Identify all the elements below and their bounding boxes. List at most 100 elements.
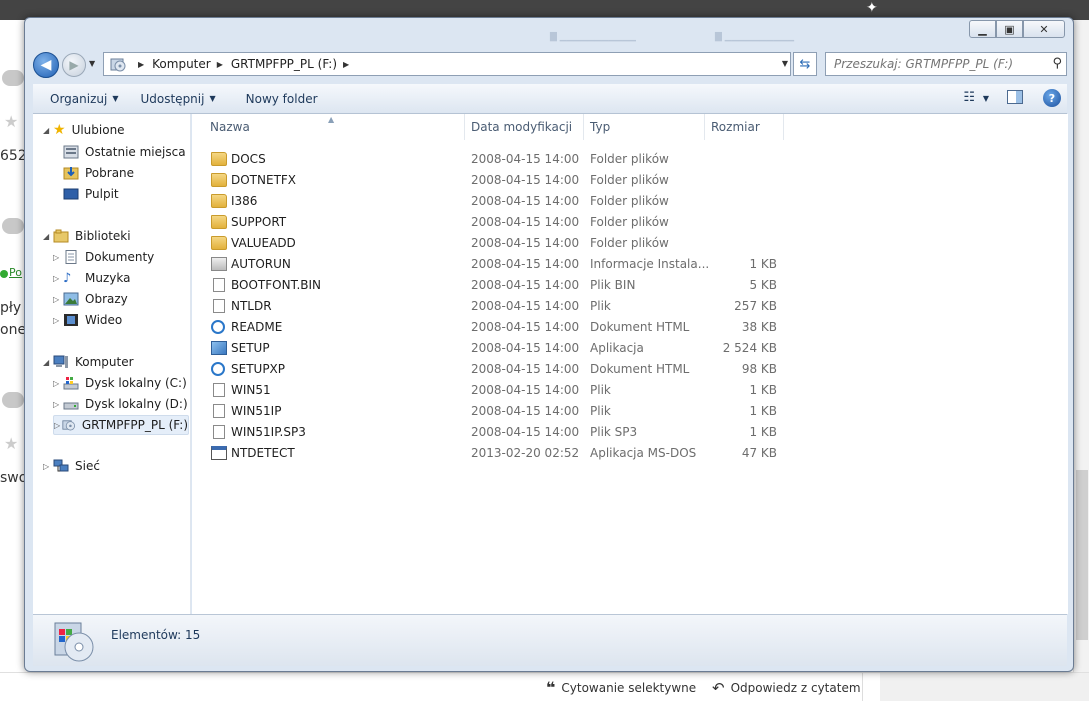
breadcrumb-drive[interactable]: GRTMPFPP_PL (F:) bbox=[231, 57, 337, 71]
preview-pane-icon bbox=[1007, 90, 1023, 104]
navigation-pane: ◢ ★ Ulubione Ostatnie miejsca Pobrane Pu… bbox=[33, 114, 191, 614]
folder-icon bbox=[211, 236, 227, 250]
background-footer: ❝ Cytowanie selektywne ↶ Odpowiedz z cyt… bbox=[0, 672, 1089, 701]
maximize-button[interactable]: ▣ bbox=[996, 20, 1023, 38]
file-row[interactable]: SUPPORT 2008-04-15 14:00 Folder plików bbox=[192, 212, 1068, 233]
file-row[interactable]: I386 2008-04-15 14:00 Folder plików bbox=[192, 191, 1068, 212]
help-icon: ? bbox=[1048, 91, 1056, 105]
file-row[interactable]: SETUPXP 2008-04-15 14:00 Dokument HTML 9… bbox=[192, 359, 1068, 380]
reply-with-quote-link[interactable]: ↶ Odpowiedz z cytatem bbox=[712, 679, 861, 697]
nav-music[interactable]: ▷ ♪ Muzyka bbox=[53, 268, 130, 288]
column-divider[interactable] bbox=[464, 114, 465, 140]
view-options-icon[interactable]: ☷ bbox=[963, 90, 975, 105]
column-divider[interactable] bbox=[783, 114, 784, 140]
nav-downloads[interactable]: Pobrane bbox=[61, 163, 134, 183]
file-row[interactable]: README 2008-04-15 14:00 Dokument HTML 38… bbox=[192, 317, 1068, 338]
close-icon: ✕ bbox=[1039, 22, 1049, 36]
breadcrumb-computer[interactable]: Komputer bbox=[152, 57, 211, 71]
nav-documents[interactable]: ▷ Dokumenty bbox=[53, 247, 154, 267]
collapsed-triangle-icon[interactable]: ▷ bbox=[54, 421, 62, 430]
nav-favorites[interactable]: ◢ ★ Ulubione bbox=[43, 120, 125, 140]
hard-drive-icon bbox=[63, 402, 79, 410]
column-divider[interactable] bbox=[583, 114, 584, 140]
nav-recent-places[interactable]: Ostatnie miejsca bbox=[61, 142, 186, 162]
nav-libraries[interactable]: ◢ Biblioteki bbox=[43, 226, 131, 246]
refresh-icon: ⇆ bbox=[799, 56, 811, 72]
file-row[interactable]: BOOTFONT.BIN 2008-04-15 14:00 Plik BIN 5… bbox=[192, 275, 1068, 296]
expanded-triangle-icon[interactable]: ◢ bbox=[43, 358, 53, 367]
comment-bubble-icon bbox=[2, 218, 24, 234]
collapsed-triangle-icon[interactable]: ▷ bbox=[43, 462, 53, 471]
collapsed-triangle-icon[interactable]: ▷ bbox=[53, 253, 63, 262]
file-row[interactable]: VALUEADD 2008-04-15 14:00 Folder plików bbox=[192, 233, 1068, 254]
application-icon bbox=[211, 341, 227, 355]
collapsed-triangle-icon[interactable]: ▷ bbox=[53, 295, 63, 304]
nav-drive-f[interactable]: ▷ GRTMPFPP_PL (F:) bbox=[53, 415, 189, 435]
chevron-down-icon: ▼ bbox=[209, 94, 216, 103]
recent-pages-dropdown[interactable]: ▼ bbox=[89, 59, 95, 68]
search-input[interactable] bbox=[834, 57, 1039, 71]
nav-drive-d[interactable]: ▷ Dysk lokalny (D:) bbox=[53, 394, 188, 414]
computer-icon bbox=[53, 355, 68, 368]
scrollbar-thumb[interactable] bbox=[1076, 470, 1088, 640]
chevron-right-icon[interactable]: ▶ bbox=[138, 60, 144, 69]
background-text-fragment: pły bbox=[0, 300, 22, 316]
nav-computer[interactable]: ◢ Komputer bbox=[43, 352, 134, 372]
minimize-button[interactable]: ▁ bbox=[969, 20, 996, 38]
nav-drive-c[interactable]: ▷ Dysk lokalny (C:) bbox=[53, 373, 187, 393]
navigation-row: ◀ ▶ ▼ ▶ Komputer ▶ GRTMPFPP_PL (F:) ▶ ▼ … bbox=[33, 52, 1067, 78]
chevron-right-icon[interactable]: ▶ bbox=[217, 60, 223, 69]
close-button[interactable]: ✕ bbox=[1023, 20, 1065, 38]
address-dropdown-icon[interactable]: ▼ bbox=[782, 59, 788, 68]
nav-pictures[interactable]: ▷ Obrazy bbox=[53, 289, 128, 309]
sort-ascending-icon: ▲ bbox=[328, 115, 335, 124]
background-scrollbar[interactable] bbox=[1073, 20, 1089, 701]
background-link-fragment[interactable]: Po bbox=[9, 266, 22, 279]
file-row[interactable]: DOTNETFX 2008-04-15 14:00 Folder plików bbox=[192, 170, 1068, 191]
expanded-triangle-icon[interactable]: ◢ bbox=[43, 232, 53, 241]
file-icon bbox=[213, 383, 225, 397]
reply-icon: ↶ bbox=[712, 679, 725, 697]
file-row[interactable]: WIN51IP.SP3 2008-04-15 14:00 Plik SP3 1 … bbox=[192, 422, 1068, 443]
back-button[interactable]: ◀ bbox=[33, 52, 59, 78]
music-icon: ♪ bbox=[63, 271, 72, 286]
system-drive-icon bbox=[63, 377, 79, 390]
file-row[interactable]: WIN51IP 2008-04-15 14:00 Plik 1 KB bbox=[192, 401, 1068, 422]
nav-network[interactable]: ▷ Sieć bbox=[43, 456, 100, 476]
drive-setup-icon bbox=[108, 55, 128, 73]
column-modified[interactable]: Data modyfikacji bbox=[471, 120, 572, 134]
file-row[interactable]: DOCS 2008-04-15 14:00 Folder plików bbox=[192, 149, 1068, 170]
collapsed-triangle-icon[interactable]: ▷ bbox=[53, 274, 63, 283]
file-row[interactable]: SETUP 2008-04-15 14:00 Aplikacja 2 524 K… bbox=[192, 338, 1068, 359]
forward-button[interactable]: ▶ bbox=[62, 53, 86, 77]
collapsed-triangle-icon[interactable]: ▷ bbox=[53, 379, 63, 388]
address-bar[interactable]: ▶ Komputer ▶ GRTMPFPP_PL (F:) ▶ ▼ bbox=[103, 52, 791, 76]
collapsed-triangle-icon[interactable]: ▷ bbox=[53, 400, 63, 409]
chevron-right-icon[interactable]: ▶ bbox=[343, 60, 349, 69]
column-divider[interactable] bbox=[704, 114, 705, 140]
help-button[interactable]: ? bbox=[1043, 89, 1061, 107]
column-name[interactable]: Nazwa bbox=[210, 120, 250, 134]
search-box[interactable]: ⚲ bbox=[825, 52, 1067, 76]
network-icon bbox=[53, 459, 69, 472]
file-row[interactable]: NTDETECT 2013-02-20 02:52 Aplikacja MS-D… bbox=[192, 443, 1068, 464]
new-folder-button[interactable]: Nowy folder bbox=[246, 92, 318, 106]
search-icon[interactable]: ⚲ bbox=[1052, 56, 1062, 71]
file-row[interactable]: WIN51 2008-04-15 14:00 Plik 1 KB bbox=[192, 380, 1068, 401]
html-document-icon bbox=[211, 320, 225, 334]
file-row[interactable]: NTLDR 2008-04-15 14:00 Plik 257 KB bbox=[192, 296, 1068, 317]
share-button[interactable]: Udostępnij ▼ bbox=[140, 92, 215, 106]
expanded-triangle-icon[interactable]: ◢ bbox=[43, 126, 53, 135]
nav-desktop[interactable]: Pulpit bbox=[61, 184, 119, 204]
column-type[interactable]: Typ bbox=[590, 120, 610, 134]
column-size[interactable]: Rozmiar bbox=[711, 120, 760, 134]
collapsed-triangle-icon[interactable]: ▷ bbox=[53, 316, 63, 325]
refresh-button[interactable]: ⇆ bbox=[793, 52, 817, 76]
organize-button[interactable]: Organizuj ▼ bbox=[50, 92, 118, 106]
preview-pane-button[interactable] bbox=[1007, 90, 1023, 107]
view-dropdown-icon[interactable]: ▼ bbox=[983, 94, 989, 103]
nav-video[interactable]: ▷ Wideo bbox=[53, 310, 122, 330]
selective-quote-link[interactable]: ❝ Cytowanie selektywne bbox=[546, 680, 696, 696]
file-row[interactable]: AUTORUN 2008-04-15 14:00 Informacje Inst… bbox=[192, 254, 1068, 275]
desktop-icon bbox=[63, 188, 79, 200]
